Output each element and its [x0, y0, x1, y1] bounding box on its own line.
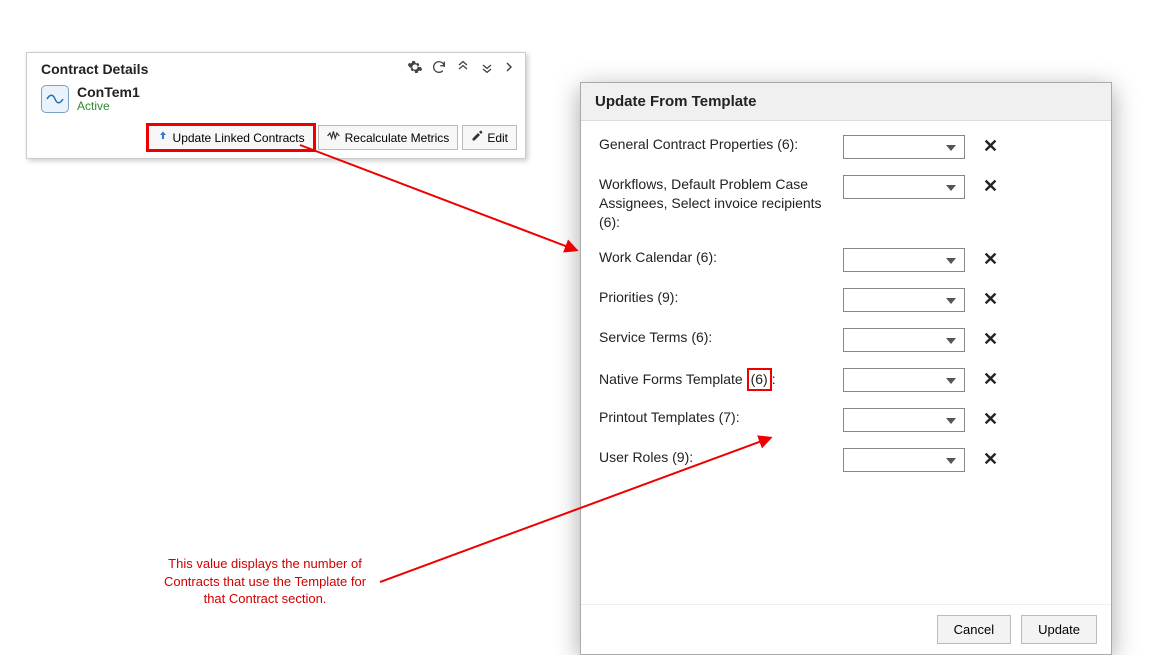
select-user-roles[interactable] [843, 448, 965, 472]
form-row-general: General Contract Properties (6): ✕ [599, 135, 1093, 159]
remove-icon[interactable]: ✕ [983, 448, 998, 470]
count-highlight: (6) [747, 368, 772, 391]
select-service-terms[interactable] [843, 328, 965, 352]
panel-title: Contract Details [41, 61, 148, 77]
update-linked-contracts-button[interactable]: Update Linked Contracts [148, 125, 314, 150]
form-row-user-roles: User Roles (9): ✕ [599, 448, 1093, 472]
collapse-up-icon[interactable] [455, 59, 471, 78]
object-row: ConTem1 Active [27, 82, 525, 121]
remove-icon[interactable]: ✕ [983, 328, 998, 350]
update-button[interactable]: Update [1021, 615, 1097, 644]
expand-down-icon[interactable] [479, 59, 495, 78]
form-label: Native Forms Template (6): [599, 368, 843, 391]
form-label: User Roles (9): [599, 448, 843, 467]
panel-header: Contract Details [27, 53, 525, 82]
form-row-priorities: Priorities (9): ✕ [599, 288, 1093, 312]
panel-toolbar [407, 59, 515, 78]
contract-details-panel: Contract Details ConTem1 Active [26, 52, 526, 159]
remove-icon[interactable]: ✕ [983, 175, 998, 197]
select-native-forms[interactable] [843, 368, 965, 392]
select-printout[interactable] [843, 408, 965, 432]
dialog-title: Update From Template [581, 83, 1111, 121]
refresh-icon[interactable] [431, 59, 447, 78]
object-status: Active [77, 99, 140, 113]
gear-icon[interactable] [407, 59, 423, 78]
select-general[interactable] [843, 135, 965, 159]
form-row-work-calendar: Work Calendar (6): ✕ [599, 248, 1093, 272]
form-label: Service Terms (6): [599, 328, 843, 347]
form-label: General Contract Properties (6): [599, 135, 843, 154]
select-work-calendar[interactable] [843, 248, 965, 272]
button-label: Update Linked Contracts [173, 131, 305, 145]
update-from-template-dialog: Update From Template General Contract Pr… [580, 82, 1112, 655]
form-row-native-forms: Native Forms Template (6): ✕ [599, 368, 1093, 392]
label-post: : [772, 371, 776, 387]
recalculate-metrics-button[interactable]: Recalculate Metrics [318, 125, 459, 150]
object-name: ConTem1 [77, 84, 140, 100]
remove-icon[interactable]: ✕ [983, 288, 998, 310]
form-row-service-terms: Service Terms (6): ✕ [599, 328, 1093, 352]
remove-icon[interactable]: ✕ [983, 135, 998, 157]
dialog-footer: Cancel Update [581, 604, 1111, 654]
next-icon[interactable] [503, 59, 515, 78]
remove-icon[interactable]: ✕ [983, 368, 998, 390]
cancel-button[interactable]: Cancel [937, 615, 1011, 644]
remove-icon[interactable]: ✕ [983, 408, 998, 430]
button-label: Recalculate Metrics [345, 131, 450, 145]
edit-button[interactable]: Edit [462, 125, 517, 150]
select-priorities[interactable] [843, 288, 965, 312]
remove-icon[interactable]: ✕ [983, 248, 998, 270]
form-row-printout: Printout Templates (7): ✕ [599, 408, 1093, 432]
select-workflows[interactable] [843, 175, 965, 199]
form-label: Priorities (9): [599, 288, 843, 307]
edit-icon [471, 130, 483, 145]
form-label: Printout Templates (7): [599, 408, 843, 427]
form-label: Work Calendar (6): [599, 248, 843, 267]
contract-template-icon [41, 85, 69, 113]
form-row-workflows: Workflows, Default Problem Case Assignee… [599, 175, 1093, 232]
upload-arrow-icon [157, 130, 169, 145]
button-label: Edit [487, 131, 508, 145]
panel-buttons: Update Linked Contracts Recalculate Metr… [27, 121, 525, 158]
annotation-text: This value displays the number of Contra… [155, 555, 375, 608]
form-label: Workflows, Default Problem Case Assignee… [599, 175, 843, 232]
dialog-body: General Contract Properties (6): ✕ Workf… [581, 121, 1111, 604]
metrics-icon [327, 130, 341, 145]
label-pre: Native Forms Template [599, 371, 747, 387]
